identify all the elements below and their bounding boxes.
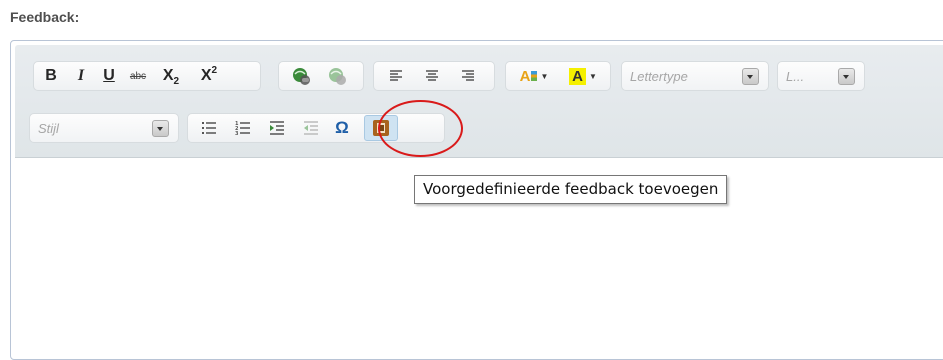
align-center-icon <box>426 70 438 81</box>
font-size-dropdown-button[interactable] <box>838 68 855 85</box>
alignment-group <box>373 61 495 91</box>
bold-label: B <box>45 67 57 84</box>
style-dropdown-button[interactable] <box>152 120 169 137</box>
svg-text:3: 3 <box>235 131 239 136</box>
unlink-icon <box>329 68 346 85</box>
font-family-dropdown-button[interactable] <box>742 68 759 85</box>
feedback-label: Feedback: <box>10 9 80 25</box>
align-left-icon <box>390 70 402 81</box>
style-select[interactable]: Stijl <box>29 113 179 143</box>
link-icon <box>293 68 310 85</box>
color-group: A ▼ A ▼ <box>505 61 611 91</box>
underline-label: U <box>103 67 115 84</box>
superscript-digit: 2 <box>211 64 218 76</box>
color-swatch <box>531 71 538 81</box>
outdent-icon <box>304 121 318 135</box>
italic-label: I <box>77 67 85 84</box>
chevron-down-icon: ▼ <box>540 71 549 81</box>
font-family-select[interactable]: Lettertype <box>621 61 769 91</box>
special-character-button[interactable]: Ω <box>330 117 354 139</box>
subscript-label: X <box>162 67 174 84</box>
align-center-button[interactable] <box>422 65 442 87</box>
editor-toolbar: B I U abc X2 X2 A ▼ A ▼ Lettertype L... … <box>15 45 943 158</box>
font-size-select[interactable]: L... <box>777 61 865 91</box>
chevron-down-icon: ▼ <box>588 71 597 81</box>
bulleted-list-button[interactable] <box>198 117 220 139</box>
strikethrough-button[interactable]: abc <box>126 65 150 87</box>
background-color-button[interactable]: A ▼ <box>562 65 604 87</box>
align-right-icon <box>462 70 474 81</box>
link-button[interactable] <box>289 65 315 87</box>
background-color-icon: A <box>569 67 586 85</box>
italic-button[interactable]: I <box>70 65 92 87</box>
numbered-list-button[interactable]: 1 2 3 <box>232 117 254 139</box>
subscript-button[interactable]: X2 <box>156 65 186 87</box>
basic-styles-group: B I U abc X2 X2 <box>33 61 261 91</box>
outdent-button[interactable] <box>300 117 322 139</box>
links-group <box>278 61 364 91</box>
unlink-button[interactable] <box>325 65 351 87</box>
font-family-placeholder: Lettertype <box>630 69 688 84</box>
subscript-digit: 2 <box>173 75 180 87</box>
underline-button[interactable]: U <box>98 65 120 87</box>
numbered-list-icon: 1 2 3 <box>235 121 250 136</box>
bold-button[interactable]: B <box>40 65 62 87</box>
font-size-placeholder: L... <box>786 69 805 84</box>
indent-icon <box>270 121 284 135</box>
style-placeholder: Stijl <box>38 121 59 136</box>
indent-button[interactable] <box>266 117 288 139</box>
superscript-button[interactable]: X2 <box>194 65 224 87</box>
bulleted-list-icon <box>202 122 216 134</box>
omega-icon: Ω <box>335 118 349 137</box>
tooltip: Voorgedefinieerde feedback toevoegen <box>414 175 728 204</box>
superscript-label: X <box>200 67 212 84</box>
align-right-button[interactable] <box>458 65 478 87</box>
text-color-button[interactable]: A ▼ <box>514 65 554 87</box>
align-left-button[interactable] <box>386 65 406 87</box>
text-color-icon: A <box>519 67 531 85</box>
highlight-circle <box>378 100 463 157</box>
strikethrough-label: abc <box>129 70 147 82</box>
